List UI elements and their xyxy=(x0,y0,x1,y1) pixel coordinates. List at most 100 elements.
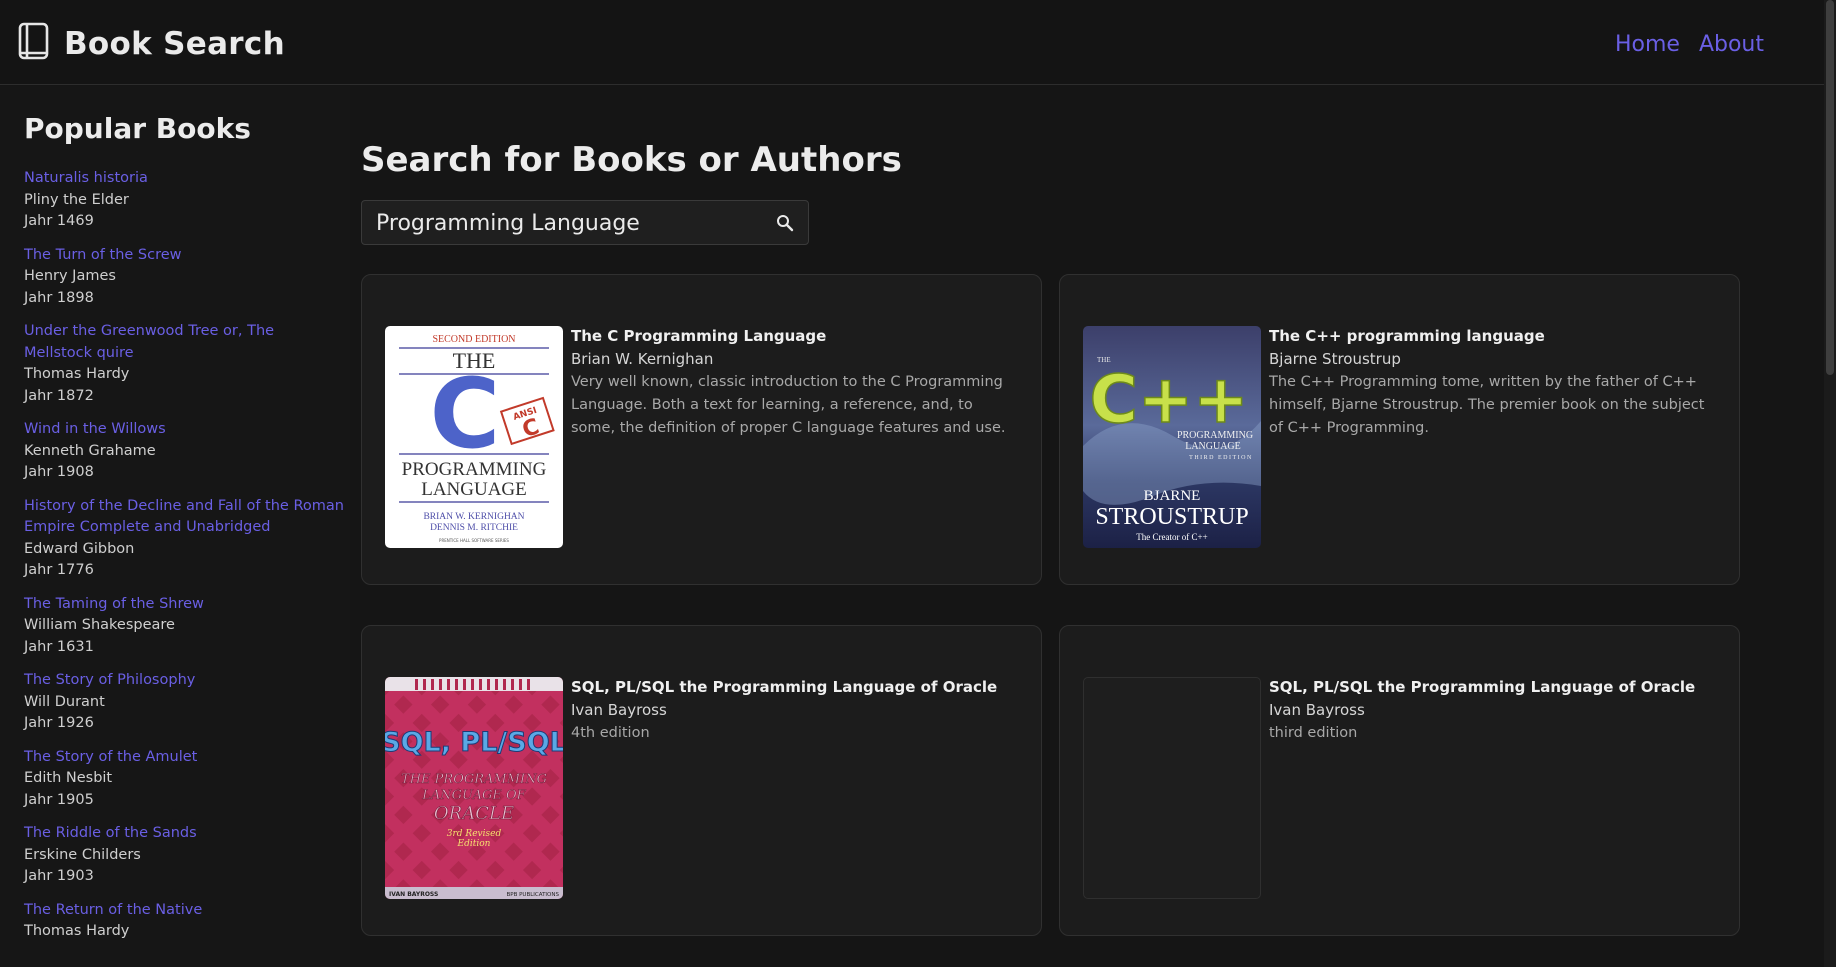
book-year: Jahr 1872 xyxy=(24,387,94,404)
cover-text: C xyxy=(430,358,500,470)
cover-text: BPB PUBLICATIONS xyxy=(506,892,559,898)
book-info: SQL, PL/SQL the Programming Language of … xyxy=(571,676,1021,745)
list-item: Under the Greenwood Tree or, The Mellsto… xyxy=(24,321,344,407)
book-author: Edward Gibbon xyxy=(24,540,135,557)
cover-text: PROGRAMMING xyxy=(402,459,547,480)
book-title[interactable]: SQL, PL/SQL the Programming Language of … xyxy=(571,676,1021,699)
book-link[interactable]: The Turn of the Screw xyxy=(24,245,344,267)
list-item: Wind in the Willows Kenneth Grahame Jahr… xyxy=(24,419,344,484)
cover-text: BRIAN W. KERNIGHAN xyxy=(423,512,524,522)
book-link[interactable]: The Riddle of the Sands xyxy=(24,823,344,845)
list-item: The Turn of the Screw Henry James Jahr 1… xyxy=(24,245,344,310)
cover-text: SQL, PL/SQL xyxy=(385,727,563,758)
page-title: Search for Books or Authors xyxy=(361,140,902,180)
cover-text: ORACLE xyxy=(434,803,514,824)
scrollbar-thumb[interactable] xyxy=(1826,0,1834,375)
book-author: Thomas Hardy xyxy=(24,923,130,939)
book-link[interactable]: Under the Greenwood Tree or, The Mellsto… xyxy=(24,321,344,364)
sidebar-heading: Popular Books xyxy=(24,112,251,145)
book-author: Ivan Bayross xyxy=(571,701,667,719)
book-card[interactable]: SQL, PL/SQL the Programming Language of … xyxy=(1059,625,1740,936)
book-cover-image[interactable]: THE C++ PROGRAMMING LANGUAGE THIRD EDITI… xyxy=(1083,326,1261,548)
list-item: The Story of the Amulet Edith Nesbit Jah… xyxy=(24,747,344,812)
book-description: Very well known, classic introduction to… xyxy=(571,374,1006,436)
book-year: Jahr 1776 xyxy=(24,562,94,578)
book-year: Jahr 1631 xyxy=(24,638,94,655)
book-title[interactable]: The C Programming Language xyxy=(571,325,1021,348)
book-year: Jahr 1908 xyxy=(24,464,94,480)
book-author: Bjarne Stroustrup xyxy=(1269,350,1401,368)
brand[interactable]: Book Search xyxy=(18,22,285,66)
book-author: Erskine Childers xyxy=(24,846,141,863)
book-link[interactable]: The Story of the Amulet xyxy=(24,747,344,769)
book-card[interactable]: SQL, PL/SQL THE PROGRAMMING LANGUAGE OF … xyxy=(361,625,1042,936)
book-author: Pliny the Elder xyxy=(24,191,129,208)
book-title[interactable]: The C++ programming language xyxy=(1269,325,1719,348)
book-icon xyxy=(18,22,50,66)
cover-text: PROGRAMMING xyxy=(1177,430,1253,441)
book-link[interactable]: The Return of the Native xyxy=(24,900,344,922)
book-link[interactable]: History of the Decline and Fall of the R… xyxy=(24,496,344,539)
book-info: The C Programming Language Brian W. Kern… xyxy=(571,325,1021,440)
cover-text: THE PROGRAMMING xyxy=(401,772,547,787)
cover-text: C++ xyxy=(1089,361,1248,438)
cover-text: BJARNE xyxy=(1144,488,1201,504)
book-author: Edith Nesbit xyxy=(24,770,113,786)
book-year: Jahr 1903 xyxy=(24,868,94,884)
book-description: The C++ Programming tome, written by the… xyxy=(1269,374,1705,436)
book-author: Brian W. Kernighan xyxy=(571,350,714,368)
cover-text: LANGUAGE xyxy=(1185,441,1241,452)
book-card[interactable]: SECOND EDITION THE C ANSI C PROGRAMMING … xyxy=(361,274,1042,585)
book-info: SQL, PL/SQL the Programming Language of … xyxy=(1269,676,1719,745)
page-scrollbar[interactable] xyxy=(1824,0,1836,967)
cover-text: IVAN BAYROSS xyxy=(389,891,438,898)
book-info: The C++ programming language Bjarne Stro… xyxy=(1269,325,1719,440)
cover-text: 3rd Revised xyxy=(447,829,502,839)
book-author: Henry James xyxy=(24,268,116,284)
book-link[interactable]: The Story of Philosophy xyxy=(24,670,344,692)
book-author: Ivan Bayross xyxy=(1269,701,1365,719)
book-title[interactable]: SQL, PL/SQL the Programming Language of … xyxy=(1269,676,1719,699)
app-header: Book Search Home About xyxy=(0,0,1836,85)
list-item: The Return of the Native Thomas Hardy xyxy=(24,900,344,943)
cover-text: LANGUAGE OF xyxy=(421,788,526,803)
book-link[interactable]: The Taming of the Shrew xyxy=(24,594,344,616)
book-link[interactable]: Naturalis historia xyxy=(24,168,344,190)
cover-text: Edition xyxy=(457,839,491,849)
book-year: Jahr 1898 xyxy=(24,289,94,306)
cover-text: THIRD EDITION xyxy=(1189,455,1253,461)
nav-about-link[interactable]: About xyxy=(1699,32,1764,57)
app-title: Book Search xyxy=(64,26,285,62)
list-item: History of the Decline and Fall of the R… xyxy=(24,496,344,582)
cover-text: The Creator of C++ xyxy=(1136,532,1207,542)
book-description: third edition xyxy=(1269,725,1358,741)
search-input[interactable] xyxy=(376,207,756,239)
book-cover-placeholder[interactable] xyxy=(1083,677,1261,899)
search-icon[interactable] xyxy=(776,214,794,232)
book-year: Jahr 1905 xyxy=(24,791,94,808)
cover-text: STROUSTRUP xyxy=(1095,504,1248,530)
list-item: The Riddle of the Sands Erskine Childers… xyxy=(24,823,344,888)
book-cover-image[interactable]: SECOND EDITION THE C ANSI C PROGRAMMING … xyxy=(385,326,563,548)
book-cover-image[interactable]: SQL, PL/SQL THE PROGRAMMING LANGUAGE OF … xyxy=(385,677,563,899)
cover-text: DENNIS M. RITCHIE xyxy=(430,523,518,533)
list-item: The Taming of the Shrew William Shakespe… xyxy=(24,594,344,659)
book-description: 4th edition xyxy=(571,725,650,741)
cover-text: SECOND EDITION xyxy=(432,334,515,345)
cover-text: LANGUAGE xyxy=(421,479,527,500)
popular-books-list: Naturalis historia Pliny the Elder Jahr … xyxy=(24,168,344,955)
search-bar xyxy=(361,200,809,245)
nav-home-link[interactable]: Home xyxy=(1615,32,1680,57)
list-item: The Story of Philosophy Will Durant Jahr… xyxy=(24,670,344,735)
cover-text: PRENTICE HALL SOFTWARE SERIES xyxy=(439,538,509,543)
book-author: Thomas Hardy xyxy=(24,366,130,382)
popular-books-sidebar: Popular Books Naturalis historia Pliny t… xyxy=(0,86,350,967)
book-year: Jahr 1926 xyxy=(24,715,94,731)
list-item: Naturalis historia Pliny the Elder Jahr … xyxy=(24,168,344,233)
book-author: Will Durant xyxy=(24,693,105,710)
book-link[interactable]: Wind in the Willows xyxy=(24,419,344,441)
top-nav: Home About xyxy=(1615,32,1764,57)
book-author: William Shakespeare xyxy=(24,617,175,633)
book-card[interactable]: THE C++ PROGRAMMING LANGUAGE THIRD EDITI… xyxy=(1059,274,1740,585)
book-author: Kenneth Grahame xyxy=(24,442,156,459)
